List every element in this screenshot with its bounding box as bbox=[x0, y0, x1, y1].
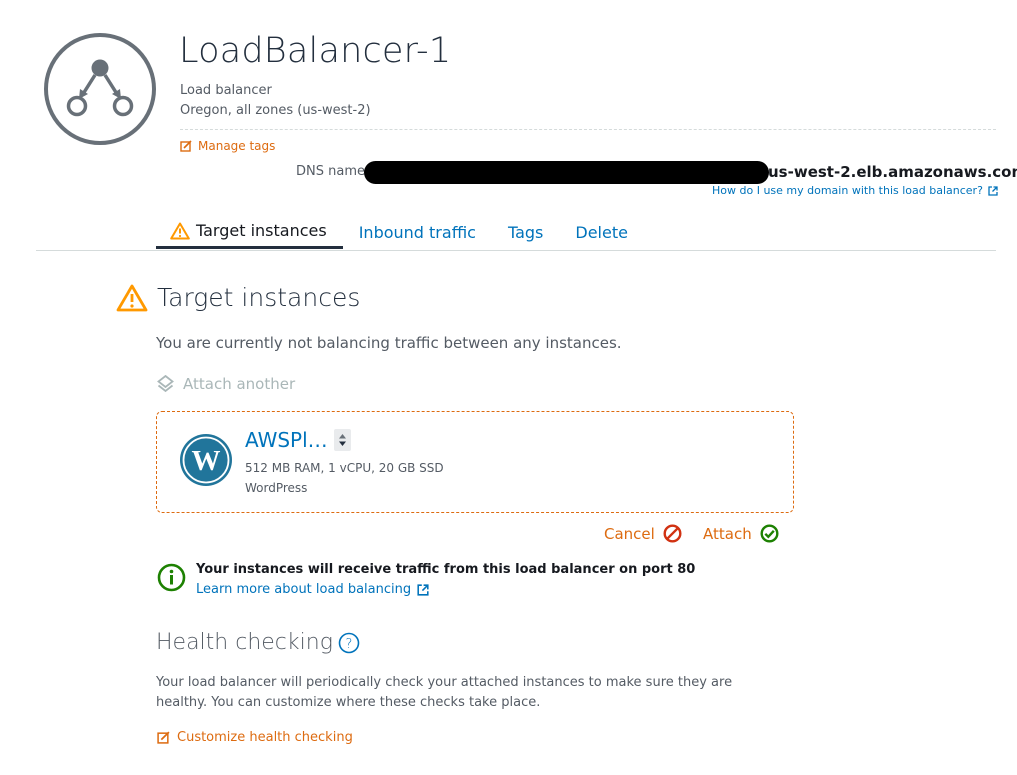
dns-name-value: us-west-2.elb.amazonaws.com bbox=[768, 163, 1017, 181]
check-circle-icon bbox=[760, 524, 779, 543]
learn-more-label: Learn more about load balancing bbox=[196, 582, 412, 597]
learn-more-link[interactable]: Learn more about load balancing bbox=[196, 582, 429, 597]
health-checking-title: Health checking ? bbox=[156, 630, 360, 655]
instance-selector-card[interactable]: W AWSPl… 512 MB RAM, 1 vCPU, 20 GB SSD W… bbox=[156, 411, 794, 513]
tab-label: Target instances bbox=[196, 221, 327, 240]
customize-health-checking-link[interactable]: Customize health checking bbox=[157, 730, 353, 745]
tab-label: Tags bbox=[507, 222, 544, 242]
help-icon[interactable]: ? bbox=[338, 632, 360, 654]
dns-name-redaction bbox=[364, 161, 769, 184]
dns-help-label: How do I use my domain with this load ba… bbox=[712, 184, 983, 197]
info-icon bbox=[157, 563, 186, 592]
page-title: LoadBalancer-1 bbox=[179, 31, 452, 71]
tab-tags[interactable]: Tags bbox=[492, 215, 559, 249]
svg-text:?: ? bbox=[345, 637, 352, 652]
tab-label: Inbound traffic bbox=[358, 222, 476, 242]
attach-another-button[interactable]: Attach another bbox=[157, 375, 295, 393]
resource-region: Oregon, all zones (us-west-2) bbox=[180, 103, 371, 118]
chevron-up-down-icon bbox=[339, 434, 346, 446]
manage-tags-link[interactable]: Manage tags bbox=[180, 139, 275, 153]
header-divider bbox=[180, 129, 996, 130]
health-checking-description: Your load balancer will periodically che… bbox=[156, 675, 733, 710]
attach-button[interactable]: Attach bbox=[703, 524, 779, 543]
tab-label: Delete bbox=[575, 222, 628, 242]
instance-select-stepper[interactable] bbox=[334, 429, 351, 451]
section-title: Target instances bbox=[116, 283, 360, 312]
tab-delete[interactable]: Delete bbox=[559, 215, 644, 249]
customize-health-label: Customize health checking bbox=[177, 730, 353, 745]
warning-icon bbox=[170, 222, 190, 239]
attach-label: Attach bbox=[703, 524, 752, 543]
external-link-icon bbox=[417, 583, 429, 596]
health-checking-title-text: Health checking bbox=[156, 630, 333, 655]
resource-type: Load balancer bbox=[180, 83, 272, 98]
load-balancer-icon bbox=[44, 33, 156, 145]
wordpress-icon: W bbox=[180, 434, 232, 486]
tab-target-instances[interactable]: Target instances bbox=[156, 215, 343, 249]
tab-inbound-traffic[interactable]: Inbound traffic bbox=[343, 215, 492, 249]
cancel-icon bbox=[663, 524, 682, 543]
manage-tags-label: Manage tags bbox=[198, 139, 276, 153]
external-link-icon bbox=[988, 185, 998, 196]
instance-name[interactable]: AWSPl… bbox=[245, 428, 328, 452]
attach-another-label: Attach another bbox=[183, 375, 296, 393]
dns-help-link[interactable]: How do I use my domain with this load ba… bbox=[712, 184, 998, 197]
cancel-button[interactable]: Cancel bbox=[604, 524, 682, 543]
tabs-divider bbox=[36, 250, 996, 251]
instance-specs: 512 MB RAM, 1 vCPU, 20 GB SSD bbox=[245, 461, 444, 475]
port-info-text: Your instances will receive traffic from… bbox=[196, 562, 696, 577]
edit-icon bbox=[157, 731, 170, 744]
instance-blueprint: WordPress bbox=[245, 481, 308, 495]
edit-icon bbox=[180, 140, 192, 152]
section-title-text: Target instances bbox=[157, 283, 361, 312]
attach-icon bbox=[157, 375, 174, 393]
svg-text:W: W bbox=[192, 445, 221, 477]
section-description: You are currently not balancing traffic … bbox=[156, 334, 622, 352]
cancel-label: Cancel bbox=[604, 524, 655, 543]
dns-name-label: DNS name bbox=[296, 164, 365, 179]
tab-bar: Target instances Inbound traffic Tags De… bbox=[156, 215, 644, 249]
warning-icon bbox=[116, 284, 148, 311]
